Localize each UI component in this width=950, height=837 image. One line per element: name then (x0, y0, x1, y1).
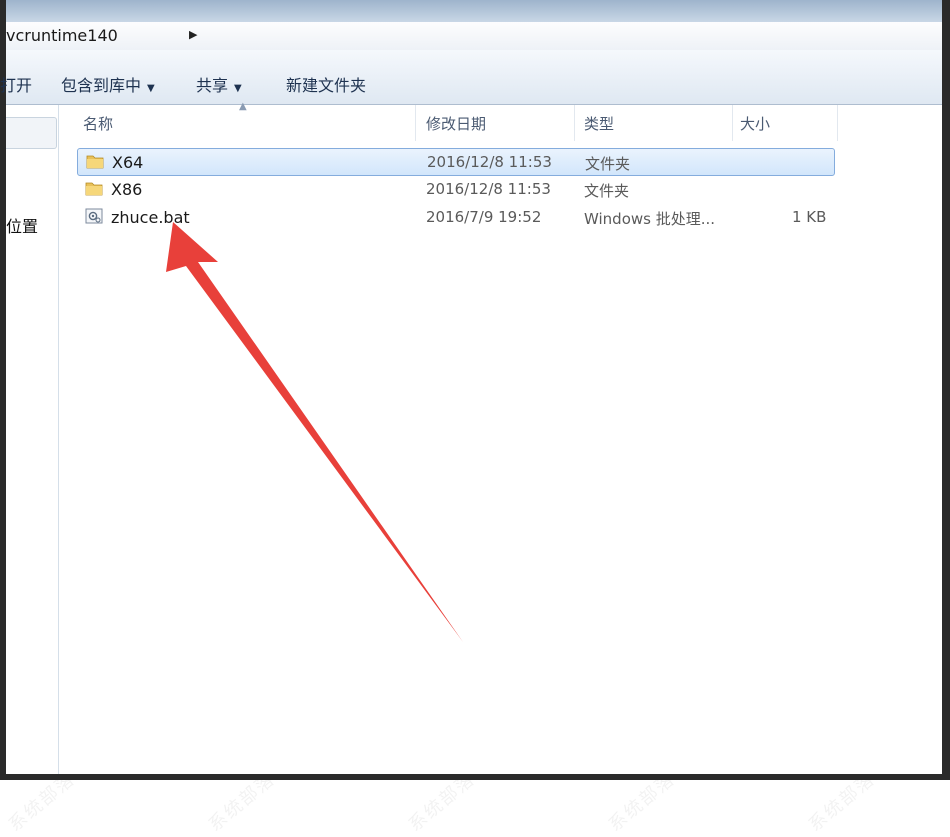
window-frame-bottom (0, 774, 950, 780)
annotation-arrow (166, 222, 463, 642)
annotation-arrow-shape (166, 222, 463, 642)
window-frame-right (942, 0, 950, 780)
